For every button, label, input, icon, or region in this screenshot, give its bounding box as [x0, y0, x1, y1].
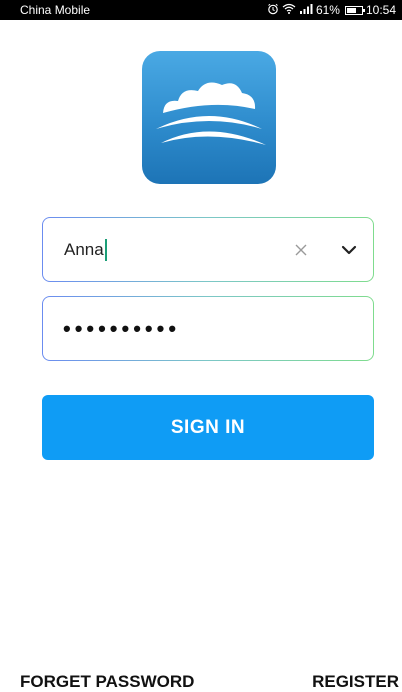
text-caret: [104, 238, 107, 261]
status-bar: China Mobile 61% 10:54: [0, 0, 402, 20]
carrier-name: China Mobile: [20, 3, 91, 17]
battery-icon: [344, 5, 365, 15]
forget-password-link[interactable]: FORGET PASSWORD: [20, 672, 194, 692]
chevron-down-icon: [341, 245, 357, 254]
sign-in-button[interactable]: SIGN IN: [42, 395, 374, 460]
wifi-icon: [282, 3, 296, 17]
cloud-logo-icon: [156, 82, 266, 145]
username-value: Anna: [64, 239, 104, 259]
clock-time: 10:54: [365, 3, 396, 17]
status-icons: 61% 10:54: [267, 3, 396, 18]
username-field[interactable]: Anna: [42, 217, 374, 282]
account-dropdown-button[interactable]: [337, 238, 361, 262]
clear-username-button[interactable]: [289, 238, 313, 262]
app-logo: [142, 51, 276, 184]
password-masked-value: ••••••••••: [63, 315, 181, 341]
username-input[interactable]: Anna: [43, 238, 289, 261]
password-field[interactable]: ••••••••••: [42, 296, 374, 361]
register-link[interactable]: REGISTER: [312, 672, 399, 692]
close-icon: [295, 244, 307, 255]
battery-percent: 61%: [315, 3, 340, 17]
signal-icon: [299, 3, 313, 17]
alarm-icon: [267, 3, 279, 18]
